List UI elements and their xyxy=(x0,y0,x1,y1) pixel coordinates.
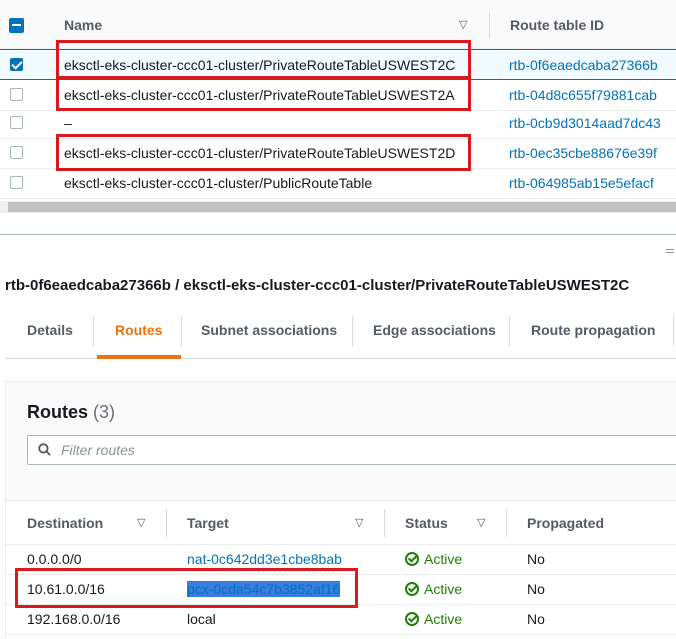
checkbox-icon[interactable] xyxy=(10,146,23,159)
sort-caret-icon[interactable]: ▽ xyxy=(477,516,485,529)
detail-tabs: Details Routes Subnet associations Edge … xyxy=(5,312,676,359)
table-row[interactable]: eksctl-eks-cluster-ccc01-cluster/PublicR… xyxy=(0,168,676,199)
tab-edge-associations[interactable]: Edge associations xyxy=(373,322,496,338)
column-header-destination[interactable]: Destination xyxy=(27,515,103,531)
tab-divider xyxy=(673,316,674,346)
routes-count: (3) xyxy=(93,402,116,422)
route-table-id-link[interactable]: rtb-04d8c655f79881cab xyxy=(509,87,657,103)
search-icon xyxy=(38,443,51,456)
split-pane-divider[interactable] xyxy=(0,234,676,235)
column-header-propagated[interactable]: Propagated xyxy=(527,515,604,531)
tab-divider xyxy=(509,316,510,346)
route-status: Active xyxy=(405,551,462,567)
tab-details[interactable]: Details xyxy=(27,322,73,338)
route-table-name: eksctl-eks-cluster-ccc01-cluster/PublicR… xyxy=(64,175,373,191)
column-header-target[interactable]: Target xyxy=(187,515,229,531)
status-text: Active xyxy=(424,581,463,597)
routes-panel-header: Routes (3) xyxy=(6,382,676,501)
route-status: Active xyxy=(405,581,462,597)
highlight-box xyxy=(15,568,358,608)
tab-routes[interactable]: Routes xyxy=(115,322,162,338)
status-active-icon xyxy=(405,612,419,626)
status-active-icon xyxy=(405,552,419,566)
route-propagated: No xyxy=(527,581,545,597)
route-table-id-link[interactable]: rtb-0f6eaedcaba27366b xyxy=(509,57,658,73)
active-tab-indicator xyxy=(97,355,181,359)
sort-caret-icon[interactable]: ▽ xyxy=(459,18,467,31)
route-propagated: No xyxy=(527,611,545,627)
route-target-link[interactable]: nat-0c642dd3e1cbe8bab xyxy=(187,551,342,567)
column-divider[interactable] xyxy=(384,509,385,537)
route-tables-table: Name ▽ Route table ID eksctl-eks-cluster… xyxy=(0,0,676,201)
checkbox-icon[interactable] xyxy=(10,116,23,129)
tab-subnet-associations[interactable]: Subnet associations xyxy=(201,322,337,338)
checkbox-icon[interactable] xyxy=(10,176,23,189)
route-table-id-link[interactable]: rtb-064985ab15e5efacf xyxy=(509,175,654,191)
tab-divider xyxy=(352,316,353,346)
routes-heading: Routes (3) xyxy=(27,402,115,423)
scrollbar-thumb[interactable] xyxy=(8,202,676,212)
route-table-id-link[interactable]: rtb-0ec35cbe88676e39f xyxy=(509,145,657,161)
route-status: Active xyxy=(405,611,462,627)
tab-divider xyxy=(181,316,182,346)
route-table-name: – xyxy=(64,115,72,131)
resize-handle-icon[interactable] xyxy=(666,249,674,253)
column-header-name[interactable]: Name xyxy=(64,17,102,33)
filter-routes-field[interactable] xyxy=(27,435,676,465)
highlight-box xyxy=(56,134,471,171)
table-row: 192.168.0.0/16 local Active No xyxy=(6,605,676,635)
highlight-box xyxy=(56,40,471,80)
filter-routes-input[interactable] xyxy=(61,441,661,459)
status-text: Active xyxy=(424,551,463,567)
route-target: local xyxy=(187,611,216,627)
column-header-status[interactable]: Status xyxy=(405,515,448,531)
tab-divider xyxy=(93,316,94,346)
highlight-box xyxy=(56,76,471,111)
route-propagated: No xyxy=(527,551,545,567)
column-divider[interactable] xyxy=(506,509,507,537)
page-title: rtb-0f6eaedcaba27366b / eksctl-eks-clust… xyxy=(5,277,630,294)
select-all-checkbox-icon[interactable] xyxy=(9,18,24,33)
sort-caret-icon[interactable]: ▽ xyxy=(137,516,145,529)
route-table-id-link[interactable]: rtb-0cb9d3014aad7dc43 xyxy=(509,115,661,131)
column-divider[interactable] xyxy=(489,12,490,38)
checkbox-icon[interactable] xyxy=(10,58,23,71)
column-header-route-table-id[interactable]: Route table ID xyxy=(510,17,604,33)
routes-title: Routes xyxy=(27,402,89,422)
status-active-icon xyxy=(405,582,419,596)
sort-caret-icon[interactable]: ▽ xyxy=(355,516,363,529)
status-text: Active xyxy=(424,611,463,627)
tab-route-propagation[interactable]: Route propagation xyxy=(531,322,655,338)
route-destination: 0.0.0.0/0 xyxy=(27,551,82,567)
column-divider[interactable] xyxy=(166,509,167,537)
checkbox-icon[interactable] xyxy=(10,88,23,101)
route-destination: 192.168.0.0/16 xyxy=(27,611,121,627)
